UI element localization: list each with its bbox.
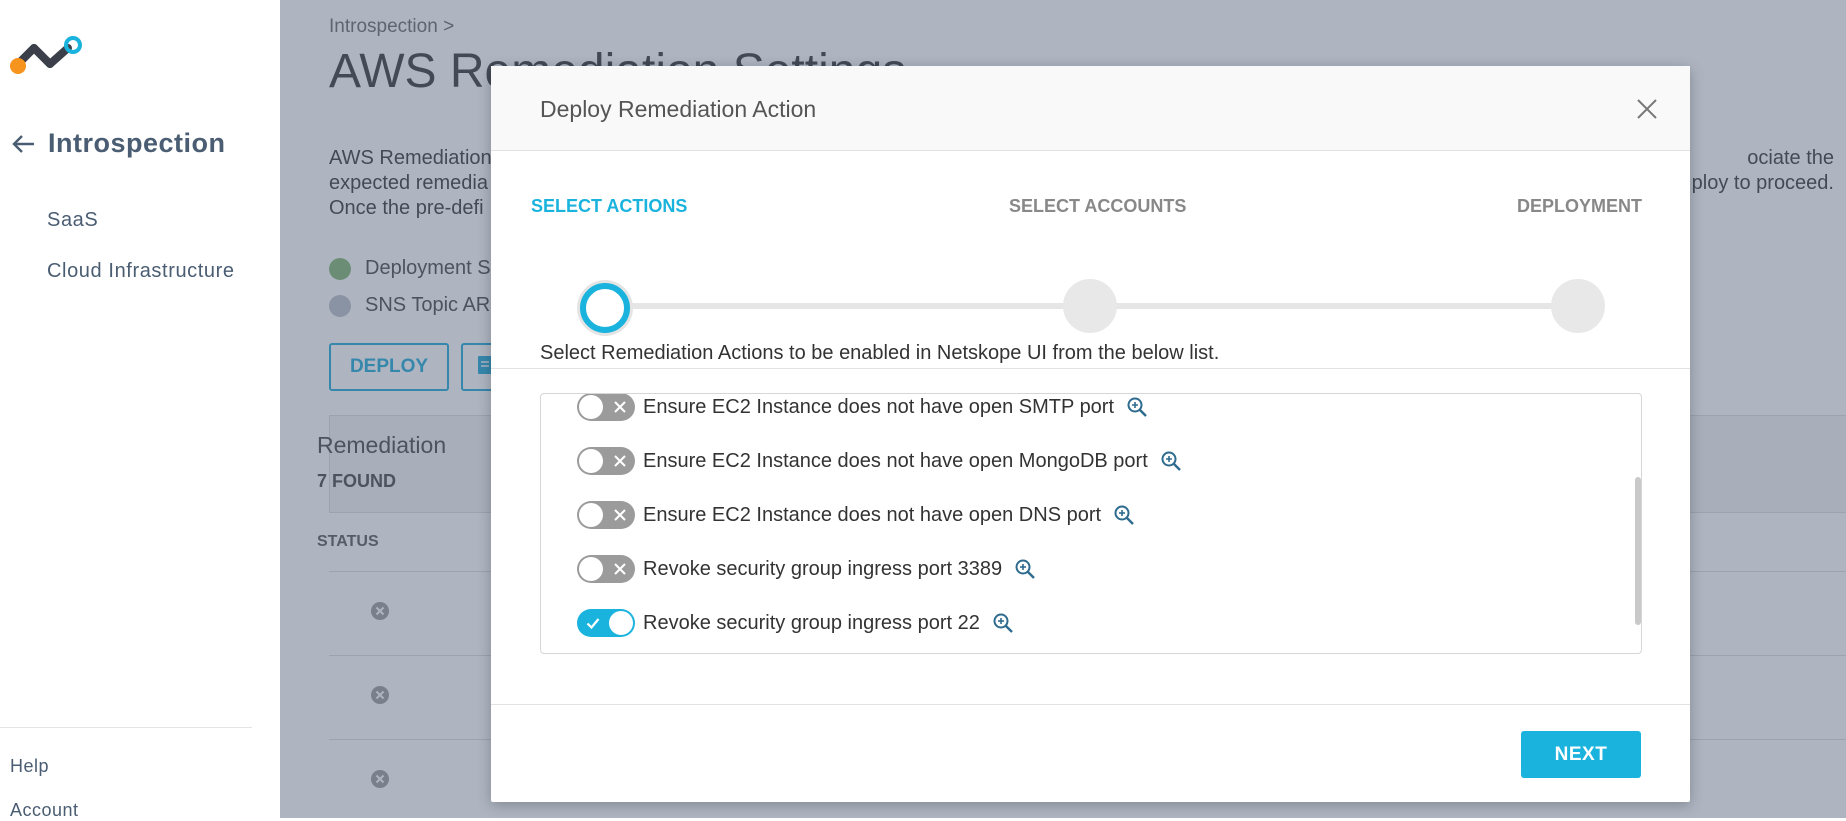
zoom-in-icon[interactable] (1126, 396, 1148, 418)
list-scrollbar[interactable] (1635, 477, 1641, 625)
back-to-introspection[interactable]: Introspection (10, 128, 226, 159)
modal-title: Deploy Remediation Action (540, 96, 817, 122)
toggle-switch-on[interactable] (577, 609, 635, 637)
check-icon (586, 618, 600, 630)
toggle-knob (579, 395, 603, 419)
step-circle-active[interactable] (580, 283, 630, 333)
x-icon (614, 401, 626, 413)
step-label-deployment[interactable]: DEPLOYMENT (1517, 196, 1642, 217)
sidebar-item-saas[interactable]: SaaS (47, 209, 98, 232)
zoom-in-icon[interactable] (992, 612, 1014, 634)
toggle-switch-off[interactable] (577, 447, 635, 475)
arrow-left-icon (12, 134, 34, 153)
toggle-knob (609, 611, 633, 635)
toggle-knob (579, 503, 603, 527)
step-label-select-actions[interactable]: SELECT ACTIONS (531, 196, 687, 217)
action-label: Revoke security group ingress port 22 (643, 611, 980, 634)
modal-footer-divider (491, 704, 1690, 705)
modal-header: Deploy Remediation Action (491, 66, 1690, 151)
action-label: Ensure EC2 Instance does not have open S… (643, 395, 1115, 418)
list-item: Revoke security group ingress port 3389 (577, 554, 1036, 584)
list-item: Revoke security group ingress port 22 (577, 608, 1014, 638)
list-item: Ensure EC2 Instance does not have open D… (577, 500, 1135, 530)
remediation-actions-list[interactable]: Ensure EC2 Instance does not have open S… (540, 393, 1642, 654)
x-icon (614, 509, 626, 521)
step-circle-select-accounts[interactable] (1063, 279, 1117, 333)
toggle-knob (579, 557, 603, 581)
zoom-in-icon[interactable] (1160, 450, 1182, 472)
deploy-remediation-modal: Deploy Remediation Action SELECT ACTIONS… (491, 66, 1690, 802)
netskope-logo[interactable] (10, 36, 86, 76)
zoom-in-icon[interactable] (1113, 504, 1135, 526)
x-icon (614, 455, 626, 467)
sidebar-divider (0, 727, 252, 728)
step-progress: SELECT ACTIONS SELECT ACCOUNTS DEPLOYMEN… (491, 150, 1690, 369)
x-icon (614, 563, 626, 575)
sidebar: Introspection SaaS Cloud Infrastructure … (0, 0, 280, 820)
close-icon[interactable] (1634, 96, 1660, 122)
toggle-switch-off[interactable] (577, 501, 635, 529)
next-button[interactable]: NEXT (1521, 731, 1641, 778)
sidebar-item-help[interactable]: Help (10, 756, 49, 777)
sidebar-item-cloud-infrastructure[interactable]: Cloud Infrastructure (47, 260, 235, 283)
step-label-select-accounts[interactable]: SELECT ACCOUNTS (1009, 196, 1186, 217)
list-item: Ensure EC2 Instance does not have open M… (577, 446, 1182, 476)
list-item: Ensure EC2 Instance does not have open S… (577, 394, 1148, 422)
zoom-in-icon[interactable] (1014, 558, 1036, 580)
action-label: Revoke security group ingress port 3389 (643, 557, 1003, 580)
toggle-knob (579, 449, 603, 473)
step-circle-deployment[interactable] (1551, 279, 1605, 333)
instruction-text: Select Remediation Actions to be enabled… (540, 342, 1220, 364)
toggle-switch-off[interactable] (577, 394, 635, 421)
sidebar-title: Introspection (48, 128, 226, 158)
action-label: Ensure EC2 Instance does not have open D… (643, 503, 1102, 526)
action-label: Ensure EC2 Instance does not have open M… (643, 449, 1148, 472)
toggle-switch-off[interactable] (577, 555, 635, 583)
